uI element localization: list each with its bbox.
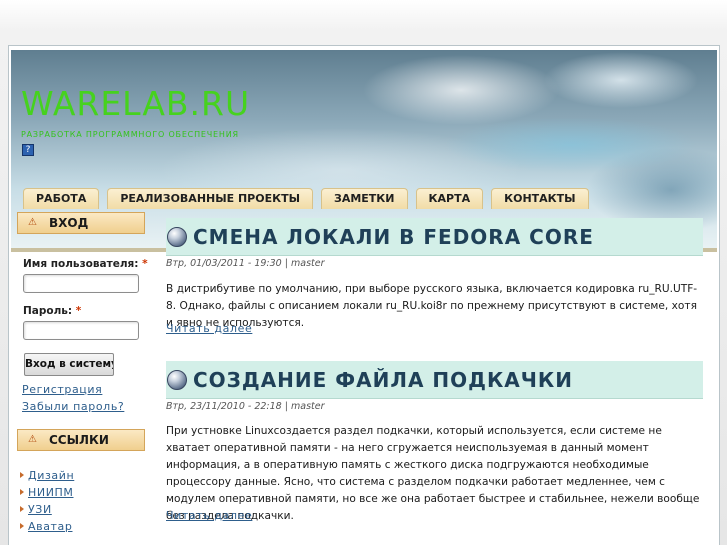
login-button[interactable]: Вход в систему — [24, 353, 114, 376]
post-title-bar: СОЗДАНИЕ ФАЙЛА ПОДКАЧКИ — [166, 361, 703, 399]
page-frame: WARELAB.RU РАЗРАБОТКА ПРОГРАММНОГО ОБЕСП… — [8, 45, 720, 545]
sidebar-link-label[interactable]: НИИПМ — [28, 486, 74, 499]
bullet-icon — [20, 506, 24, 512]
password-label-text: Пароль: — [23, 305, 73, 317]
links-block-label: ССЫЛКИ — [49, 433, 109, 447]
post-date: Втр, 01/03/2011 - 19:30 — [166, 258, 282, 269]
help-icon[interactable]: ? — [22, 144, 34, 156]
register-link[interactable]: Регистрация — [22, 383, 102, 396]
password-input[interactable] — [23, 321, 139, 340]
read-more-link[interactable]: Читать далее — [166, 322, 252, 335]
sidebar-link-avatar[interactable]: Аватар — [20, 520, 72, 533]
tab-notes[interactable]: ЗАМЕТКИ — [321, 188, 408, 209]
bullet-icon — [20, 523, 24, 529]
password-label: Пароль: * — [23, 305, 81, 317]
post-title-bar: СМЕНА ЛОКАЛИ В FEDORA CORE — [166, 218, 703, 256]
post-author[interactable]: master — [291, 258, 325, 269]
globe-icon — [167, 227, 187, 247]
warning-icon: ⚠ — [28, 217, 37, 228]
login-block-label: ВХОД — [49, 216, 89, 230]
globe-icon — [167, 370, 187, 390]
required-mark: * — [75, 305, 82, 317]
tab-map[interactable]: КАРТА — [415, 188, 484, 209]
post-date: Втр, 23/11/2010 - 22:18 — [166, 401, 282, 412]
sidebar-link-design[interactable]: Дизайн — [20, 469, 74, 482]
sidebar-link-label[interactable]: УЗИ — [28, 503, 52, 516]
tab-projects[interactable]: РЕАЛИЗОВАННЫЕ ПРОЕКТЫ — [107, 188, 314, 209]
post-title[interactable]: СОЗДАНИЕ ФАЙЛА ПОДКАЧКИ — [193, 368, 573, 392]
tab-work[interactable]: РАБОТА — [23, 188, 100, 209]
sidebar-link-label[interactable]: Дизайн — [28, 469, 74, 482]
site-title[interactable]: WARELAB.RU — [21, 84, 250, 123]
post-meta: Втр, 23/11/2010 - 22:18 | master — [166, 401, 325, 412]
links-block-title: ⚠ ССЫЛКИ — [17, 429, 145, 451]
warning-icon: ⚠ — [28, 434, 37, 445]
login-block-title: ⚠ ВХОД — [17, 212, 145, 234]
primary-nav: РАБОТА РЕАЛИЗОВАННЫЕ ПРОЕКТЫ ЗАМЕТКИ КАР… — [23, 188, 597, 210]
post-meta: Втр, 01/03/2011 - 19:30 | master — [166, 258, 325, 269]
forgot-password-link[interactable]: Забыли пароль? — [22, 400, 124, 413]
username-input[interactable] — [23, 274, 139, 293]
site-slogan: РАЗРАБОТКА ПРОГРАММНОГО ОБЕСПЕЧЕНИЯ — [21, 130, 239, 139]
bullet-icon — [20, 489, 24, 495]
post-title[interactable]: СМЕНА ЛОКАЛИ В FEDORA CORE — [193, 225, 594, 249]
sidebar-link-niipm[interactable]: НИИПМ — [20, 486, 74, 499]
username-label-text: Имя пользователя: — [23, 258, 139, 270]
read-more-link[interactable]: Читать далее — [166, 509, 252, 522]
post-author[interactable]: master — [291, 401, 325, 412]
username-label: Имя пользователя: * — [23, 258, 148, 270]
sidebar-link-label[interactable]: Аватар — [28, 520, 72, 533]
meta-separator: | — [284, 401, 288, 412]
tab-contacts[interactable]: КОНТАКТЫ — [491, 188, 589, 209]
meta-separator: | — [284, 258, 288, 269]
sidebar-link-uzi[interactable]: УЗИ — [20, 503, 52, 516]
bullet-icon — [20, 472, 24, 478]
required-mark: * — [142, 258, 148, 270]
